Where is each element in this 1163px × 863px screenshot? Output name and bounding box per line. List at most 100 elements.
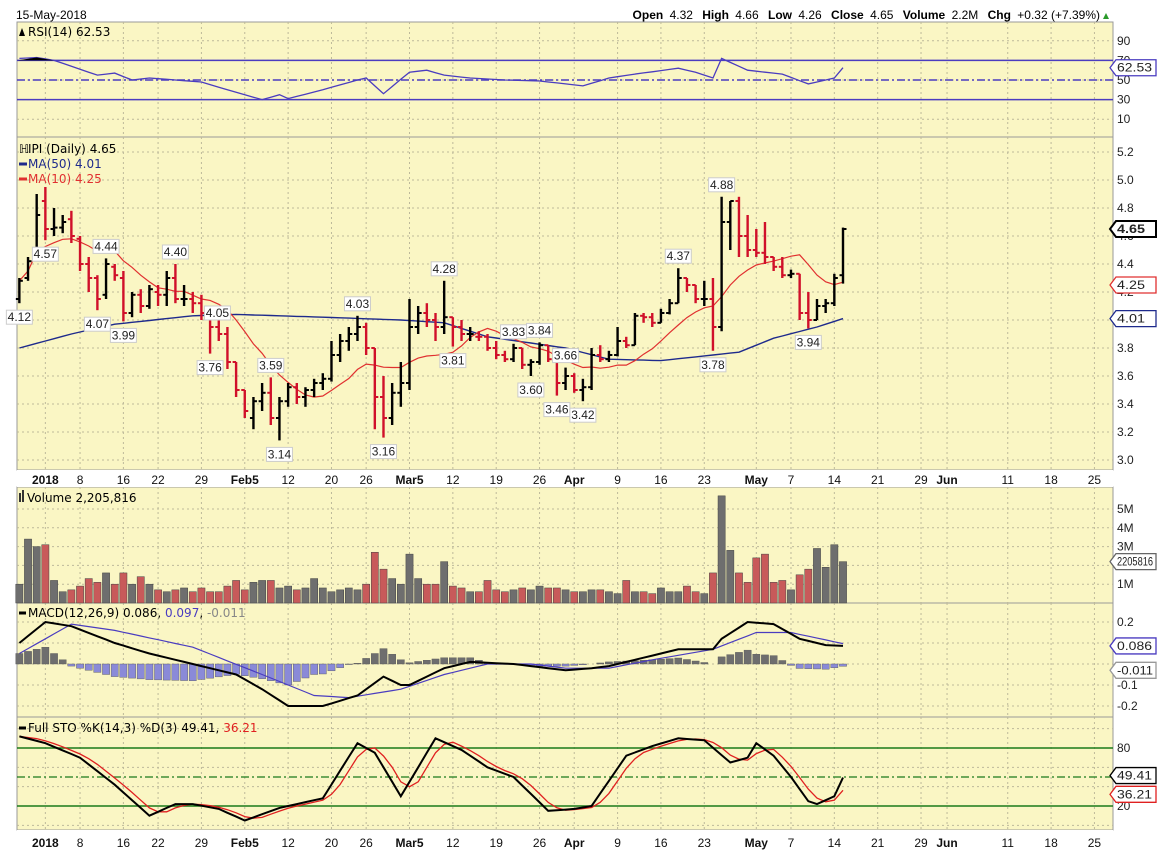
volume-bar [24, 538, 32, 604]
volume-bar [691, 591, 700, 604]
volume-bar [457, 587, 466, 604]
volume-bar [518, 587, 527, 604]
x-tick-label: 22 [151, 836, 165, 850]
volume-bar [700, 593, 709, 604]
macd-histogram-bar [683, 659, 691, 665]
volume-bar [249, 582, 258, 604]
macd-panel [16, 602, 1114, 718]
volume-bar [449, 585, 457, 604]
x-tick-label: Feb5 [231, 836, 259, 850]
volume-bar [639, 591, 648, 604]
volume-bar [605, 591, 613, 604]
volume-bar [379, 568, 388, 604]
value-tag-text: 49.41 [1117, 769, 1152, 783]
volume-tick-label: 3M [1117, 540, 1134, 554]
price-tick-label: 3.6 [1117, 369, 1134, 383]
macd-histogram-bar [691, 660, 700, 665]
annotation-label: 4.03 [346, 297, 370, 311]
annotation-label: 3.99 [112, 328, 136, 342]
annotation-label: 3.42 [571, 408, 595, 422]
macd-histogram-bar [743, 649, 752, 665]
x-tick-label: 20 [325, 836, 339, 850]
macd-histogram-bar [414, 661, 422, 665]
x-tick-label: 21 [871, 473, 885, 487]
x-tick-label: 16 [654, 836, 668, 850]
volume-bar [483, 580, 492, 604]
volume-tick-label: 1M [1117, 577, 1134, 591]
annotation-label: 3.66 [554, 349, 578, 363]
macd-histogram-bar [145, 663, 154, 680]
macd-histogram-bar [761, 654, 769, 665]
chg-value: +0.32 (+7.39%) [1017, 8, 1100, 22]
macd-histogram-bar [50, 653, 58, 665]
volume-bar [561, 589, 570, 604]
macd-histogram-bar [15, 653, 24, 665]
x-tick-label: 26 [359, 473, 373, 487]
macd-histogram-bar [821, 663, 830, 670]
price-annotation: 3.99 [109, 327, 137, 343]
volume-bar [258, 580, 266, 604]
volume-bar [839, 561, 847, 604]
low-value: 4.26 [798, 8, 822, 22]
annotation-label: 3.59 [259, 358, 283, 372]
annotation-label: 3.76 [198, 361, 222, 375]
macd-histogram-bar [813, 663, 821, 670]
volume-bar [622, 580, 631, 604]
volume-bar [58, 591, 67, 604]
macd-histogram-bar [345, 663, 353, 665]
x-tick-label: 20 [325, 473, 339, 487]
ma50-value-tag: 4.01 [1109, 309, 1157, 328]
annotation-label: 3.60 [519, 383, 543, 397]
price-annotation: 3.42 [569, 407, 597, 423]
macd-histogram-bar [362, 658, 370, 665]
value-tag-text: 62.53 [1117, 61, 1152, 75]
volume-bar [535, 585, 544, 604]
macd-histogram-bar [657, 659, 665, 665]
macd-histogram-bar [605, 661, 613, 665]
volume-bar [136, 576, 145, 604]
x-tick-label: 21 [871, 836, 885, 850]
high-value: 4.66 [735, 8, 759, 22]
volume-bar [370, 551, 379, 604]
annotation-label: 4.28 [433, 262, 457, 276]
price-annotation: 4.28 [430, 261, 458, 277]
volume-bar [414, 578, 423, 604]
volume-bar [769, 582, 778, 604]
macd-histogram-bar [284, 663, 292, 686]
macd-histogram-bar [188, 663, 197, 681]
macd-histogram-bar [32, 649, 41, 665]
volume-bar [466, 591, 475, 604]
volume-bar [206, 591, 214, 604]
macd-histogram-bar [674, 657, 683, 665]
x-tick-label: 7 [788, 473, 795, 487]
volume-bar [41, 544, 50, 604]
volume-bar [613, 593, 622, 604]
macd-histogram-bar [353, 663, 362, 665]
macd-histogram-bar [423, 660, 431, 665]
x-tick-label: 25 [1088, 836, 1102, 850]
macd-histogram-bar [206, 663, 214, 679]
x-tick-label: Apr [564, 836, 585, 850]
macd-histogram-bar [24, 651, 32, 665]
x-tick-label: 23 [698, 473, 712, 487]
volume-bar [579, 591, 587, 604]
ma50-legend: MA(50) 4.01 [28, 157, 102, 171]
volume-bar [674, 591, 683, 604]
up-triangle-icon [1103, 13, 1109, 19]
macd-value-tag: 0.086 [1109, 637, 1157, 655]
volume-bar [743, 582, 752, 604]
price-tick-label: 3.8 [1117, 341, 1134, 355]
x-tick-label: 8 [77, 473, 84, 487]
volume-bar [396, 583, 405, 604]
chg-label: Chg [988, 8, 1011, 22]
macd-histogram-bar [371, 653, 379, 665]
price-annotation: 4.12 [5, 309, 33, 325]
macd-histogram-bar [310, 663, 318, 675]
macd-histogram-bar [440, 657, 448, 665]
x-tick-label: 12 [446, 836, 460, 850]
volume-bar [197, 587, 206, 604]
price-panel [16, 136, 1114, 471]
x-tick-label: 2018 [32, 473, 59, 487]
sto-tick-label: 80 [1117, 741, 1131, 755]
price-annotation: 3.16 [369, 444, 397, 460]
